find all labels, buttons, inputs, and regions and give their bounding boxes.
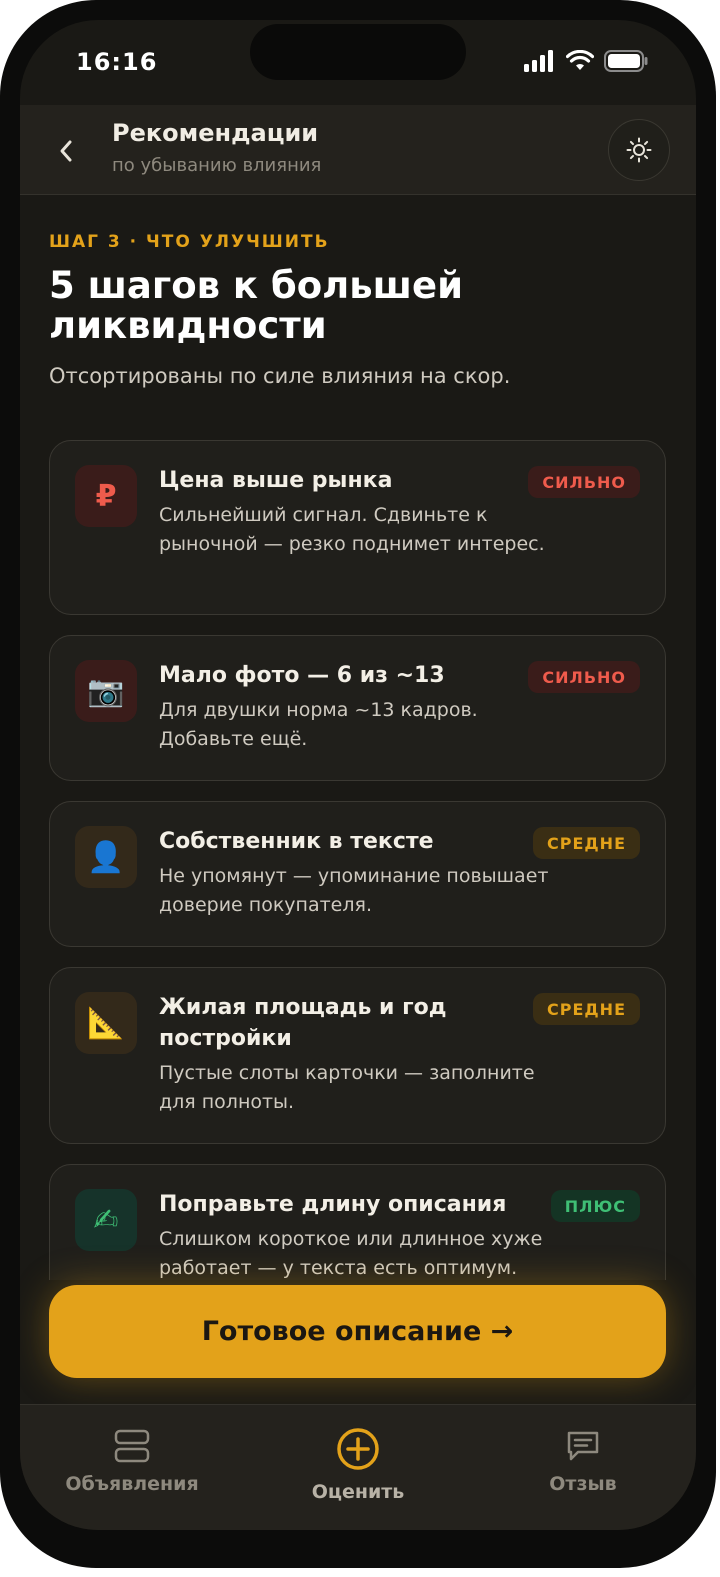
status-icons — [524, 50, 648, 72]
battery-icon — [604, 50, 648, 72]
ruble-icon: ₽ — [75, 465, 137, 527]
writing-hand-icon: ✍ — [75, 1189, 137, 1251]
sun-icon — [626, 137, 652, 163]
card-text: Не упомянут — упоминание повышает довери… — [159, 865, 549, 916]
impact-badge: СРЕДНЕ — [533, 993, 640, 1025]
phone-frame: 16:16 Рекомендации по убыванию влияния Ш… — [0, 0, 716, 1568]
step-label: ШАГ 3 · ЧТО УЛУЧШИТЬ — [49, 232, 330, 252]
recommendation-card[interactable]: ✍ Поправьте длину описания Слишком корот… — [49, 1164, 666, 1280]
tab-label: Оценить — [311, 1481, 405, 1503]
chevron-left-icon — [60, 140, 72, 162]
person-icon: 👤 — [75, 826, 137, 888]
page-title: Рекомендации — [112, 119, 319, 147]
recommendation-card[interactable]: ₽ Цена выше рынка Сильнейший сигнал. Сдв… — [49, 440, 666, 615]
tab-label: Отзыв — [549, 1473, 617, 1495]
impact-badge: ПЛЮС — [550, 1190, 640, 1222]
page-subtitle: по убыванию влияния — [112, 155, 322, 176]
theme-toggle-button[interactable] — [608, 119, 670, 181]
ready-description-button[interactable]: Готовое описание → — [49, 1285, 666, 1378]
card-title: Мало фото — 6 из ~13 — [159, 663, 445, 688]
camera-icon: 📷 — [75, 660, 137, 722]
impact-badge: СРЕДНЕ — [533, 827, 640, 859]
card-title: Собственник в тексте — [159, 829, 434, 854]
signal-icon — [524, 50, 553, 72]
status-time: 16:16 — [76, 48, 158, 76]
tab-evaluate[interactable]: Оценить — [258, 1427, 458, 1503]
recommendation-card[interactable]: 📷 Мало фото — 6 из ~13 Для двушки норма … — [49, 635, 666, 781]
card-text: Для двушки норма ~13 кадров. Добавьте ещ… — [159, 699, 478, 750]
card-text: Сильнейший сигнал. Сдвиньте к рыночной —… — [159, 504, 545, 555]
card-title: Поправьте длину описания — [159, 1192, 507, 1217]
tab-listings[interactable]: Объявления — [32, 1429, 232, 1495]
chat-icon — [567, 1431, 599, 1461]
wifi-icon — [566, 50, 594, 70]
app-bar: Рекомендации по убыванию влияния — [20, 105, 696, 195]
recommendation-card[interactable]: 👤 Собственник в тексте Не упомянут — упо… — [49, 801, 666, 947]
tab-bar: Объявления Оценить Отзыв — [20, 1404, 696, 1530]
recommendations-scroll[interactable]: ШАГ 3 · ЧТО УЛУЧШИТЬ 5 шагов к большей л… — [20, 196, 696, 1280]
card-title: Цена выше рынка — [159, 468, 393, 493]
tab-feedback[interactable]: Отзыв — [483, 1429, 683, 1495]
impact-badge: СИЛЬНО — [528, 466, 640, 498]
recommendation-card[interactable]: 📐 Жилая площадь и год постройки Пустые с… — [49, 967, 666, 1144]
card-text: Пустые слоты карточки — заполните для по… — [159, 1062, 535, 1113]
impact-badge: СИЛЬНО — [528, 661, 640, 693]
subheadline: Отсортированы по силе влияния на скор. — [49, 364, 511, 388]
headline: 5 шагов к большей ликвидности — [49, 264, 463, 347]
back-button[interactable] — [48, 133, 84, 169]
tab-label: Объявления — [65, 1473, 199, 1495]
triangle-ruler-icon: 📐 — [75, 992, 137, 1054]
listings-icon — [114, 1429, 150, 1463]
app-screen: 16:16 Рекомендации по убыванию влияния Ш… — [20, 20, 696, 1530]
dynamic-island — [250, 24, 466, 80]
card-title: Жилая площадь и год постройки — [159, 995, 447, 1051]
add-circle-icon — [337, 1428, 379, 1470]
card-text: Слишком короткое или длинное хуже работа… — [159, 1228, 543, 1279]
